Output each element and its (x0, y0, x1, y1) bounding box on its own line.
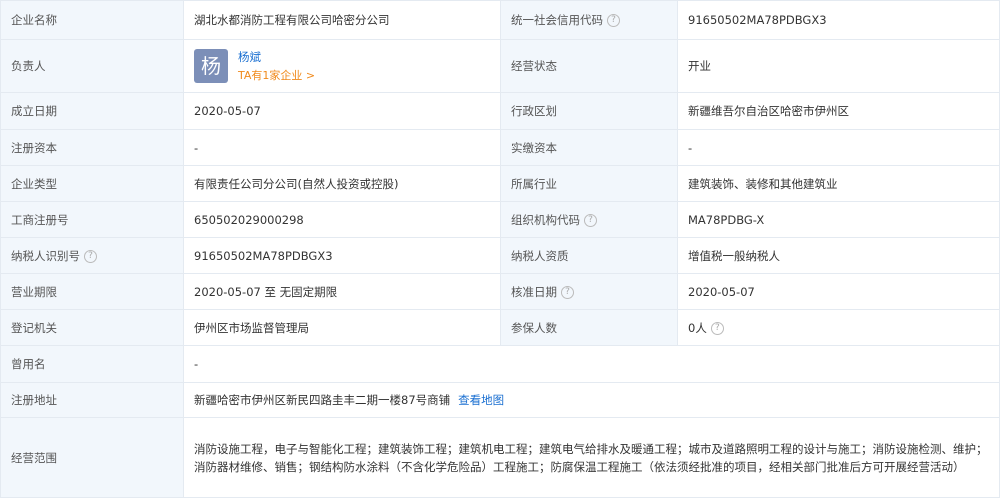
table-row: 企业名称 湖北水都消防工程有限公司哈密分公司 统一社会信用代码? 9165050… (0, 0, 1000, 40)
company-type-label: 企业类型 (0, 165, 184, 202)
reg-number-label: 工商注册号 (0, 201, 184, 238)
taxpayer-id-label-cell: 纳税人识别号? (0, 237, 184, 274)
region-label: 行政区划 (500, 92, 678, 130)
scope-value: 消防设施工程，电子与智能化工程；建筑装饰工程；建筑机电工程；建筑电气给排水及暖通… (183, 417, 1000, 498)
credit-code-label: 统一社会信用代码 (511, 13, 603, 27)
reg-number-value: 650502029000298 (183, 201, 501, 238)
org-code-value: MA78PDBG-X (677, 201, 1000, 238)
address-value: 新疆哈密市伊州区新民四路圭丰二期一楼87号商铺 (194, 393, 451, 407)
approved-label-cell: 核准日期? (500, 273, 678, 310)
table-row: 纳税人识别号? 91650502MA78PDBGX3 纳税人资质 增值税一般纳税… (0, 237, 1000, 274)
person-companies-link[interactable]: TA有1家企业 > (238, 68, 315, 84)
founded-value: 2020-05-07 (183, 92, 501, 130)
taxpayer-id-label: 纳税人识别号 (11, 248, 80, 263)
authority-value: 伊州区市场监督管理局 (183, 309, 501, 346)
company-type-value: 有限责任公司分公司(自然人投资或控股) (183, 165, 501, 202)
person-cell: 杨 杨斌 TA有1家企业 > (183, 39, 501, 93)
person-name-link[interactable]: 杨斌 (238, 49, 315, 65)
insured-value: 0人 (688, 320, 707, 335)
table-row: 工商注册号 650502029000298 组织机构代码? MA78PDBG-X (0, 201, 1000, 238)
credit-code-value: 91650502MA78PDBGX3 (677, 0, 1000, 40)
region-value: 新疆维吾尔自治区哈密市伊州区 (677, 92, 1000, 130)
insured-label: 参保人数 (500, 309, 678, 346)
help-icon[interactable]: ? (584, 213, 597, 227)
founded-label: 成立日期 (0, 92, 184, 130)
industry-value: 建筑装饰、装修和其他建筑业 (677, 165, 1000, 202)
address-label: 注册地址 (0, 382, 184, 418)
avatar: 杨 (194, 49, 228, 83)
status-label: 经营状态 (500, 39, 678, 93)
reg-capital-value: - (183, 129, 501, 166)
insured-value-cell: 0人? (677, 309, 1000, 346)
status-value: 开业 (677, 39, 1000, 93)
help-icon[interactable]: ? (84, 249, 97, 263)
company-name-value: 湖北水都消防工程有限公司哈密分公司 (183, 0, 501, 40)
table-row: 经营范围 消防设施工程，电子与智能化工程；建筑装饰工程；建筑机电工程；建筑电气给… (0, 417, 1000, 498)
view-map-link[interactable]: 查看地图 (458, 393, 504, 407)
taxpayer-qual-label: 纳税人资质 (500, 237, 678, 274)
org-code-label: 组织机构代码 (511, 212, 580, 227)
term-value: 2020-05-07 至 无固定期限 (183, 273, 501, 310)
paid-capital-label: 实缴资本 (500, 129, 678, 166)
company-info-table: 企业名称 湖北水都消防工程有限公司哈密分公司 统一社会信用代码? 9165050… (0, 0, 1000, 498)
approved-value: 2020-05-07 (677, 273, 1000, 310)
help-icon[interactable]: ? (710, 321, 724, 335)
credit-code-label-cell: 统一社会信用代码? (500, 0, 678, 40)
industry-label: 所属行业 (500, 165, 678, 202)
authority-label: 登记机关 (0, 309, 184, 346)
help-icon[interactable]: ? (561, 285, 574, 299)
company-name-label: 企业名称 (0, 0, 184, 40)
address-cell: 新疆哈密市伊州区新民四路圭丰二期一楼87号商铺 查看地图 (183, 382, 1000, 418)
scope-label: 经营范围 (0, 417, 184, 498)
taxpayer-qual-value: 增值税一般纳税人 (677, 237, 1000, 274)
person-label: 负责人 (0, 39, 184, 93)
reg-capital-label: 注册资本 (0, 129, 184, 166)
paid-capital-value: - (677, 129, 1000, 166)
approved-label: 核准日期 (511, 284, 557, 299)
table-row: 成立日期 2020-05-07 行政区划 新疆维吾尔自治区哈密市伊州区 (0, 92, 1000, 130)
table-row: 营业期限 2020-05-07 至 无固定期限 核准日期? 2020-05-07 (0, 273, 1000, 310)
table-row: 注册地址 新疆哈密市伊州区新民四路圭丰二期一楼87号商铺 查看地图 (0, 382, 1000, 418)
table-row: 企业类型 有限责任公司分公司(自然人投资或控股) 所属行业 建筑装饰、装修和其他… (0, 165, 1000, 202)
table-row: 曾用名 - (0, 345, 1000, 383)
taxpayer-id-value: 91650502MA78PDBGX3 (183, 237, 501, 274)
table-row: 登记机关 伊州区市场监督管理局 参保人数 0人? (0, 309, 1000, 346)
term-label: 营业期限 (0, 273, 184, 310)
table-row: 注册资本 - 实缴资本 - (0, 129, 1000, 166)
former-name-label: 曾用名 (0, 345, 184, 383)
former-name-value: - (183, 345, 1000, 383)
help-icon[interactable]: ? (607, 14, 620, 27)
org-code-label-cell: 组织机构代码? (500, 201, 678, 238)
table-row: 负责人 杨 杨斌 TA有1家企业 > 经营状态 开业 (0, 39, 1000, 93)
